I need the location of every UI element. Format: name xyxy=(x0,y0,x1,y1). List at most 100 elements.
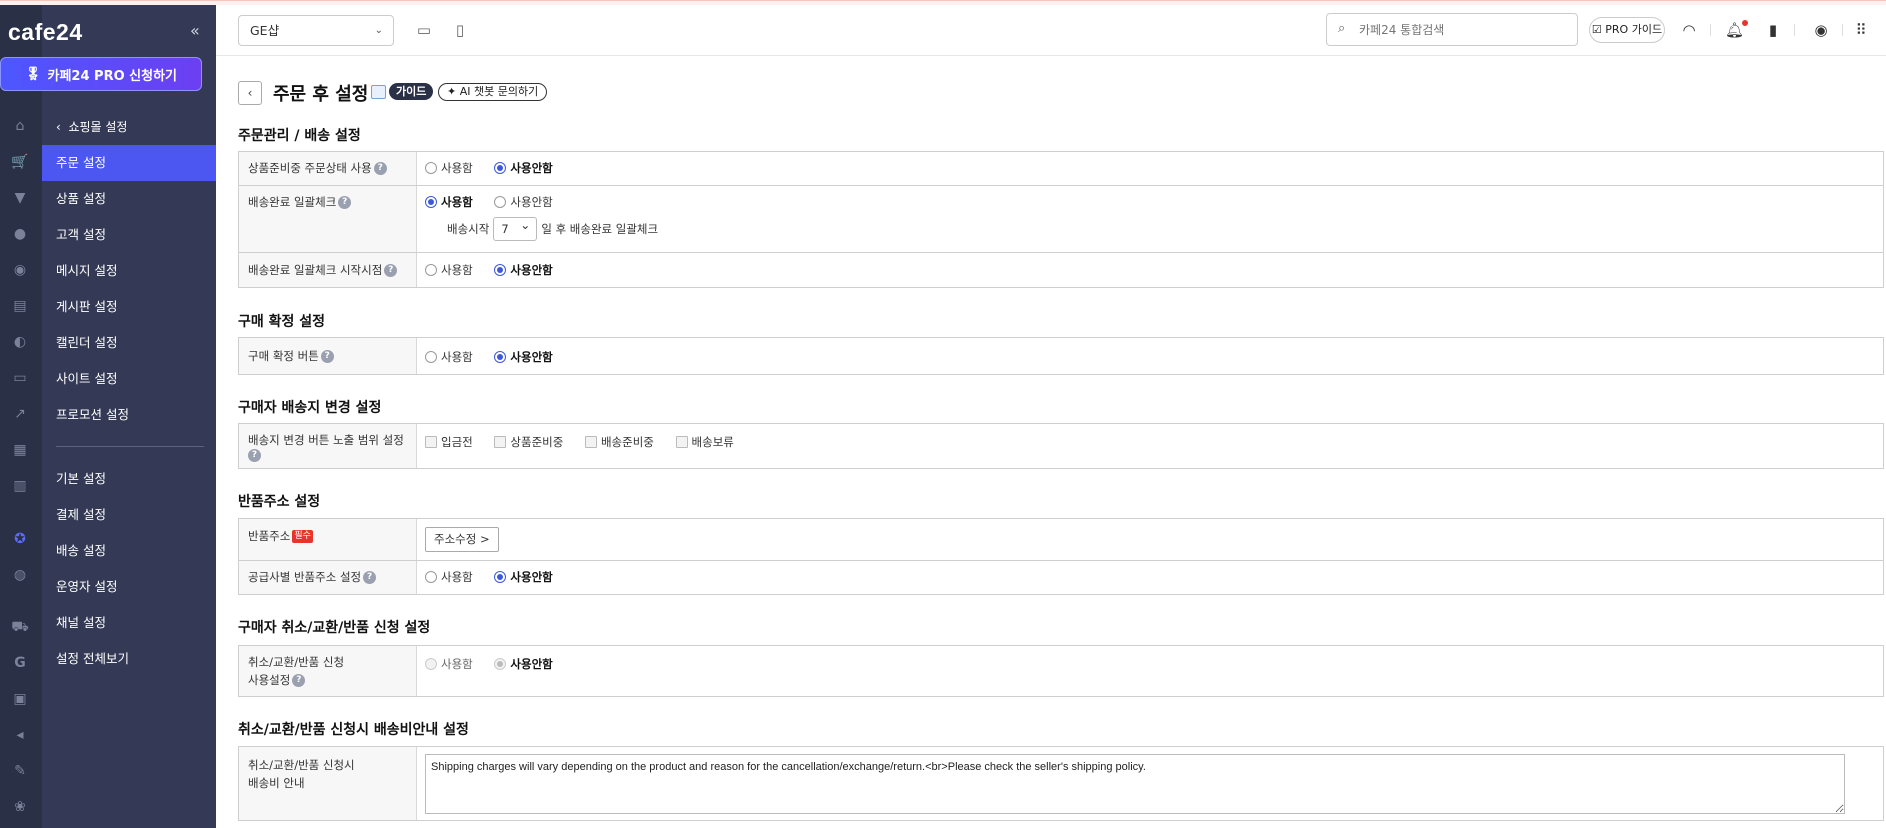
mobile-icon[interactable]: ▯ xyxy=(451,21,469,39)
grid-icon[interactable]: ▦ xyxy=(11,442,29,458)
sidebar-item-site[interactable]: 사이트 설정 xyxy=(42,361,216,397)
help-icon[interactable]: ? xyxy=(373,162,387,175)
option-nouse: 사용안함 xyxy=(494,655,553,673)
globe-icon[interactable]: ◍ xyxy=(11,567,29,583)
help-icon[interactable]: ? xyxy=(292,674,306,687)
radio-button[interactable] xyxy=(425,196,437,208)
option-use[interactable]: 사용함 xyxy=(425,568,473,586)
edit-address-button[interactable]: 주소수정 > xyxy=(425,527,499,552)
radio-button[interactable] xyxy=(494,351,507,363)
row-value: 사용함 사용안함 xyxy=(417,338,1884,374)
sidebar-item-basic[interactable]: 기본 설정 xyxy=(42,461,216,497)
checkbox[interactable] xyxy=(584,436,597,448)
option-label: 사용함 xyxy=(441,263,473,277)
pro-guide-button[interactable]: ☑ PRO 가이드 xyxy=(1589,17,1665,43)
checkbox-preparing-shipping[interactable]: 배송준비중 xyxy=(584,433,654,451)
option-nouse[interactable]: 사용안함 xyxy=(494,568,553,586)
pen-icon[interactable]: ✎ xyxy=(11,763,29,779)
apps-grid-icon[interactable]: ⠿ xyxy=(1852,21,1870,39)
search-box[interactable]: ⌕ xyxy=(1326,13,1578,46)
radio-button[interactable] xyxy=(494,264,507,276)
option-nouse[interactable]: 사용안함 xyxy=(494,261,553,279)
bookmark-icon[interactable]: ▮ xyxy=(1764,21,1782,39)
megaphone-icon[interactable]: ◂ xyxy=(11,727,29,743)
help-icon[interactable]: ? xyxy=(384,264,398,277)
layout-icon[interactable] xyxy=(371,85,386,99)
checkbox[interactable] xyxy=(425,436,437,448)
help-icon[interactable]: ? xyxy=(363,571,377,584)
option-use[interactable]: 사용함 xyxy=(425,193,473,211)
collapse-sidebar-icon[interactable]: « xyxy=(190,21,200,40)
bell-icon[interactable]: 🔔︎ xyxy=(1725,21,1744,39)
google-icon[interactable]: G xyxy=(11,655,29,671)
account-icon[interactable]: ◉ xyxy=(1812,21,1830,39)
checkbox-shipping-hold[interactable]: 배송보류 xyxy=(675,433,734,451)
award-icon[interactable]: ✪ xyxy=(11,531,29,547)
ai-chatbot-button[interactable]: ✦ AI 챗봇 문의하기 xyxy=(438,83,548,101)
settings-table-cancel-request: 취소/교환/반품 신청 사용설정? 사용함 사용안함 xyxy=(238,645,1884,697)
option-use[interactable]: 사용함 xyxy=(425,159,473,177)
help-icon[interactable]: ? xyxy=(338,196,352,209)
ticket-icon[interactable]: ▭ xyxy=(11,370,29,386)
user-icon[interactable]: ● xyxy=(11,226,29,242)
headset-icon[interactable]: ◠ xyxy=(1680,21,1698,39)
shirt-icon[interactable]: ▼ xyxy=(11,190,29,206)
sidebar-item-all-settings[interactable]: 설정 전체보기 xyxy=(42,641,216,677)
radio-button[interactable] xyxy=(494,571,507,583)
sidebar-item-customer[interactable]: 고객 설정 xyxy=(42,217,216,253)
fan-icon[interactable]: ❀ xyxy=(11,799,29,815)
cart-icon[interactable]: 🛒 xyxy=(11,154,29,170)
truck-icon[interactable]: ⛟ xyxy=(11,619,29,635)
days-select[interactable]: 7 xyxy=(493,214,538,241)
guide-badge[interactable]: 가이드 xyxy=(389,83,434,100)
sidebar-item-order[interactable]: 주문 설정 xyxy=(42,145,216,181)
store-icon[interactable]: ▣ xyxy=(11,691,29,707)
checkbox[interactable] xyxy=(494,436,507,448)
sidebar-item-shipping[interactable]: 배송 설정 xyxy=(42,533,216,569)
desktop-icon[interactable]: ▭ xyxy=(415,21,433,39)
sidebar-item-promotion[interactable]: 프로모션 설정 xyxy=(42,397,216,433)
board-icon[interactable]: ▤ xyxy=(11,298,29,314)
chart-icon[interactable]: ↗ xyxy=(11,406,29,422)
option-use[interactable]: 사용함 xyxy=(425,348,473,366)
sidebar-back-label: 쇼핑몰 설정 xyxy=(68,120,128,134)
sidebar-item-product[interactable]: 상품 설정 xyxy=(42,181,216,217)
radio-button[interactable] xyxy=(494,162,507,174)
back-button[interactable]: ‹ xyxy=(238,81,262,105)
chat-icon[interactable]: ◉ xyxy=(11,262,29,278)
radio-button[interactable] xyxy=(425,351,437,363)
checkbox[interactable] xyxy=(675,436,688,448)
option-nouse[interactable]: 사용안함 xyxy=(494,348,553,366)
radio-button[interactable] xyxy=(425,162,437,174)
sidebar-item-operator[interactable]: 운영자 설정 xyxy=(42,569,216,605)
checkbox-before-payment[interactable]: 입금전 xyxy=(425,433,473,451)
checkbox-preparing-product[interactable]: 상품준비중 xyxy=(494,433,563,451)
shop-select-value: GE샵 xyxy=(250,23,280,38)
row-label-text: 취소/교환/반품 신청시 xyxy=(248,758,355,772)
home-icon[interactable]: ⌂ xyxy=(11,118,29,134)
help-icon[interactable]: ? xyxy=(248,449,261,462)
radio-button[interactable] xyxy=(425,571,437,583)
sidebar-item-message[interactable]: 메시지 설정 xyxy=(42,253,216,289)
option-nouse[interactable]: 사용안함 xyxy=(494,159,553,177)
pro-apply-button[interactable]: 🎖 카페24 PRO 신청하기 xyxy=(0,57,202,91)
search-input[interactable] xyxy=(1359,20,1569,40)
sidebar-item-calendar[interactable]: 캘린더 설정 xyxy=(42,325,216,361)
sidebar-back-link[interactable]: ‹ 쇼핑몰 설정 xyxy=(56,118,127,135)
radio-button[interactable] xyxy=(494,196,507,208)
shop-select[interactable]: GE샵 ⌄ xyxy=(238,15,394,46)
option-nouse[interactable]: 사용안함 xyxy=(494,193,553,211)
settings-row: 구매 확정 버튼? 사용함 사용안함 xyxy=(238,338,1884,375)
shipping-fee-notice-textarea[interactable]: Shipping charges will vary depending on … xyxy=(425,754,1845,814)
option-label: 사용함 xyxy=(441,657,473,671)
cafe24-logo[interactable]: cafe24 xyxy=(8,19,83,46)
palette-icon[interactable]: ◐ xyxy=(11,334,29,350)
radio-button[interactable] xyxy=(425,264,437,276)
option-use[interactable]: 사용함 xyxy=(425,261,473,279)
sidebar-item-channel[interactable]: 채널 설정 xyxy=(42,605,216,641)
sidebar-item-board[interactable]: 게시판 설정 xyxy=(42,289,216,325)
book-icon[interactable]: ▥ xyxy=(11,478,29,494)
help-icon[interactable]: ? xyxy=(320,350,334,363)
sidebar-item-payment[interactable]: 결제 설정 xyxy=(42,497,216,533)
settings-row: 취소/교환/반품 신청 사용설정? 사용함 사용안함 xyxy=(238,646,1884,697)
